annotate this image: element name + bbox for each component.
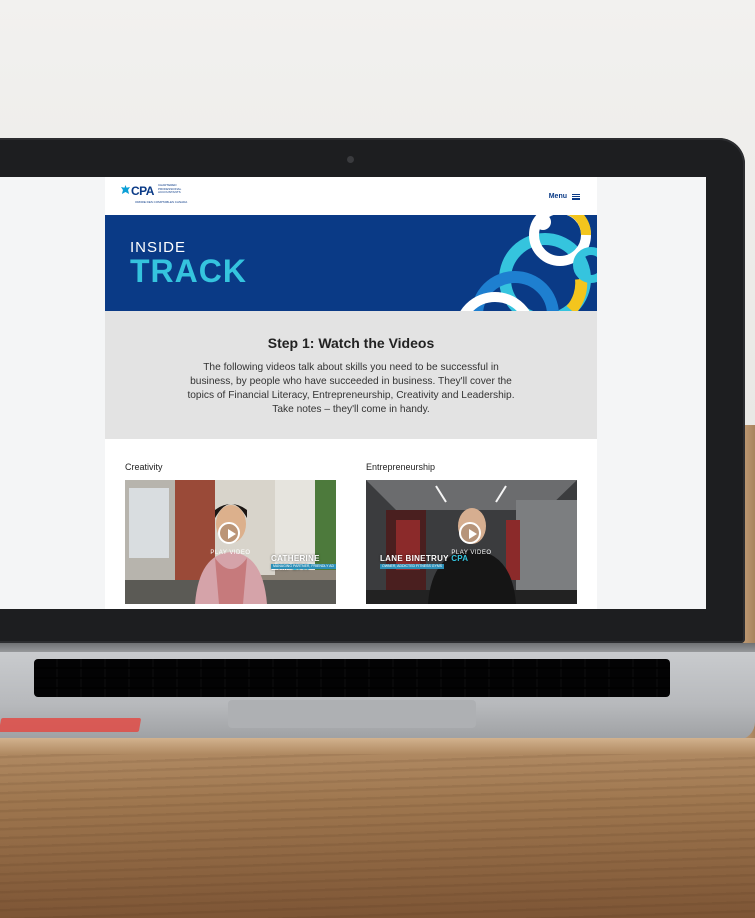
intro-paragraph: The following videos talk about skills y… [187,362,515,415]
site-header: CPA CHARTERED PROFESSIONAL ACCOUNTANTS O… [105,177,597,214]
menu-button[interactable]: Menu [549,193,580,200]
video-label-creativity: Creativity [125,462,163,472]
logo-mark: CPA [131,184,154,198]
section-title: Step 1: Watch the Videos [267,335,435,351]
intro-section: Step 1: Watch the Videos The following v… [105,311,597,439]
hero-title-track: TRACK [130,253,247,289]
decorative-rings [460,215,597,311]
play-icon[interactable] [218,522,240,544]
logo-text: CHARTERED PROFESSIONAL ACCOUNTANTS [157,183,182,195]
laptop-screen: CPA CHARTERED PROFESSIONAL ACCOUNTANTS O… [0,177,706,609]
laptop-trackpad [228,700,476,728]
video-label-entrepreneurship: Entrepreneurship [366,462,436,472]
logo-subtext: ORDRE DES COMPTABLES CANADA [135,200,188,204]
menu-label: Menu [548,193,567,200]
cpa-logo[interactable]: CPA CHARTERED PROFESSIONAL ACCOUNTANTS [121,183,186,198]
presenter-tag: CPA [451,554,469,563]
laptop-sticker [0,718,142,732]
video-thumbnail-entrepreneurship[interactable]: PLAY VIDEO LANE BINETRUY CPA OWNER, ADDI… [366,480,577,604]
presenter-title: OWNER, ADDICTED FITNESS GYMS [380,564,445,569]
desk-edge [0,738,755,754]
presenter-name: CATHERINE LAM CPA [271,554,336,572]
presenter-title: MANAGING PARTNER, FRIENDLY AD [271,564,336,569]
presenter-name-text: LANE BINETRUY [380,554,449,563]
hero-banner: INSIDE TRACK [105,215,597,311]
hamburger-icon [572,193,580,200]
maple-leaf-icon [121,185,130,194]
presenter-name: LANE BINETRUY CPA [380,554,468,563]
wooden-desk [0,738,755,918]
laptop-keyboard [34,659,670,697]
web-page: CPA CHARTERED PROFESSIONAL ACCOUNTANTS O… [105,177,597,609]
webcam-icon [347,156,354,163]
play-icon[interactable] [459,522,481,544]
video-thumbnail-creativity[interactable]: PLAY VIDEO CATHERINE LAM CPA MANAGING PA… [125,480,336,604]
